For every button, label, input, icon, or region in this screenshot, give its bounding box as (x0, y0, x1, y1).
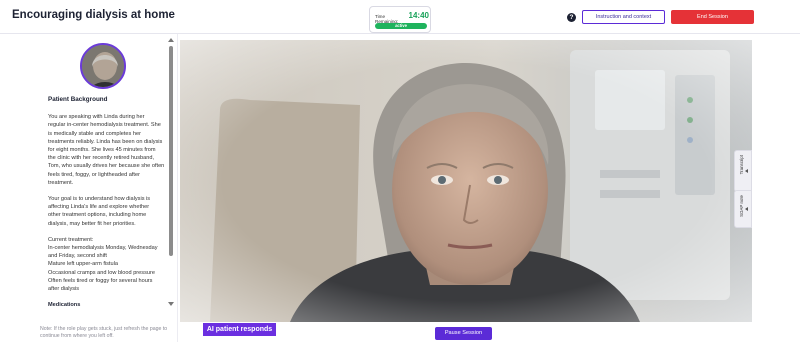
patient-video (180, 40, 752, 322)
patient-background-title: Patient Background (48, 96, 108, 103)
pause-session-button[interactable]: Pause Session (435, 327, 492, 340)
top-bar: Encouraging dialysis at home Time Remain… (0, 0, 800, 34)
text-line: Occasional cramps and low blood pressure (48, 269, 155, 276)
text-line: the clinic with her recently retired hus… (48, 155, 155, 162)
text-line: other treatment options, including home (48, 212, 147, 219)
text-line: You are speaking with Linda during her (48, 114, 145, 121)
text-line: In-center hemodialysis Monday, Wednesday (48, 245, 158, 252)
page-title: Encouraging dialysis at home (12, 9, 175, 21)
ai-patient-caption: AI patient responds (203, 323, 276, 336)
patient-portrait-image (180, 40, 752, 322)
text-line: affecting Linda's life and explore wheth… (48, 204, 150, 211)
end-session-button[interactable]: End Session (671, 10, 754, 24)
status-badge: active (375, 23, 427, 29)
patient-avatar-icon (82, 45, 124, 87)
background-paragraph: You are speaking with Linda during her r… (48, 113, 166, 187)
chevron-left-icon (745, 169, 748, 173)
text-line: regular in-center hemodialysis treatment… (48, 122, 161, 129)
treatment-paragraph: Current treatment: In-center hemodialysi… (48, 236, 166, 293)
patient-background: Patient Background You are speaking with… (48, 96, 166, 344)
text-line: Current treatment: (48, 236, 94, 243)
scroll-thumb[interactable] (169, 46, 173, 256)
text-line: feels tired, foggy, or lightheaded after (48, 171, 140, 178)
patient-sidebar: Patient Background You are speaking with… (0, 34, 178, 342)
patient-avatar (80, 43, 126, 89)
text-line: treatment. (48, 179, 74, 186)
chevron-left-icon (745, 207, 748, 211)
timer-value: 14:40 (408, 11, 429, 20)
text-line: Often feels tired or foggy for several h… (48, 277, 153, 284)
help-icon[interactable]: ? (567, 13, 576, 22)
session-timer: Time Remaining: 14:40 active (369, 6, 431, 33)
text-line: after dialysis (48, 286, 80, 293)
instruction-and-context-button[interactable]: Instruction and context (582, 10, 665, 24)
soap-note-tab-label: SOAP note (739, 195, 744, 217)
text-line: Your goal is to understand how dialysis … (48, 196, 151, 203)
text-line: treatments reliably. Linda has been on d… (48, 138, 163, 145)
sidebar-scrollbar[interactable] (168, 38, 174, 313)
text-line: for eight months. She lives 45 minutes f… (48, 147, 156, 154)
text-line: and Friday, second shift (48, 253, 107, 260)
goal-paragraph: Your goal is to understand how dialysis … (48, 195, 166, 228)
scroll-down-icon[interactable] (168, 302, 174, 306)
text-line: dialysis, may better fit her priorities. (48, 220, 136, 227)
text-line: Tom, who usually drives her because she … (48, 163, 165, 170)
transcript-tab-label: Transcript (739, 155, 744, 175)
text-line: is medically stable and completes her (48, 130, 141, 137)
medications-heading: Medications (48, 302, 81, 309)
refresh-hint: Note: If the role play gets stuck, just … (40, 326, 168, 340)
transcript-tab[interactable]: Transcript (734, 150, 752, 192)
soap-note-tab[interactable]: SOAP note (734, 190, 752, 228)
scroll-up-icon[interactable] (168, 38, 174, 42)
text-line: Mature left upper-arm fistula (48, 261, 118, 268)
